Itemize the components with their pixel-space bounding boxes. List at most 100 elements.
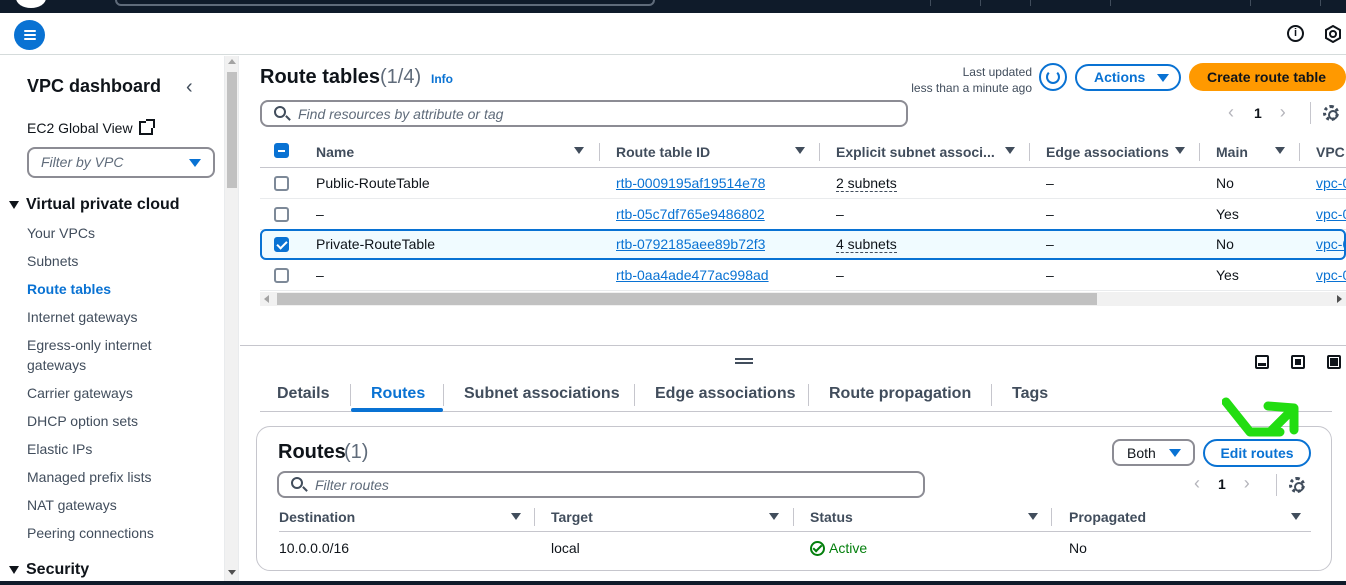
table-row[interactable]: – rtb-05c7df765e9486802 – – Yes vpc-0 [260, 199, 1346, 230]
column-header-explicit-subnet[interactable]: Explicit subnet associ... [836, 137, 996, 168]
row-checkbox[interactable] [274, 237, 289, 252]
column-header-target[interactable]: Target [551, 502, 593, 532]
route-table-id-link[interactable]: rtb-0aa4ade477ac998ad [616, 260, 769, 291]
sidebar-item-route-tables[interactable]: Route tables [27, 279, 197, 299]
sort-icon[interactable] [574, 147, 584, 154]
vpc-link[interactable]: vpc-0 [1316, 229, 1346, 260]
column-header-vpc[interactable]: VPC [1316, 137, 1345, 168]
info-icon[interactable]: i [1287, 25, 1304, 42]
chevron-left-icon[interactable]: ‹ [1228, 102, 1234, 123]
table-horizontal-scrollbar[interactable] [260, 292, 1346, 306]
table-row[interactable]: Public-RouteTable rtb-0009195af19514e78 … [260, 168, 1346, 199]
collapse-chevron-icon[interactable]: ‹ [186, 76, 193, 99]
sidebar-section-security[interactable]: Security [9, 561, 89, 579]
create-route-table-button[interactable]: Create route table [1189, 63, 1346, 91]
tab-subnet-associations[interactable]: Subnet associations [464, 378, 620, 411]
sidebar-item-peering-connections[interactable]: Peering connections [27, 523, 197, 543]
column-divider[interactable] [819, 143, 820, 161]
panel-side-view-icon[interactable] [1291, 355, 1305, 369]
chevron-right-icon[interactable]: › [1280, 102, 1286, 123]
row-checkbox[interactable] [274, 207, 289, 222]
panel-bottom-view-icon[interactable] [1255, 355, 1269, 369]
chevron-right-icon[interactable]: › [1244, 473, 1250, 494]
column-header-route-table-id[interactable]: Route table ID [616, 137, 710, 168]
sort-icon[interactable] [511, 513, 521, 520]
scrollbar-thumb[interactable] [227, 72, 237, 188]
sort-icon[interactable] [1175, 147, 1185, 154]
settings-icon[interactable] [1324, 25, 1342, 43]
column-divider[interactable] [1051, 508, 1052, 526]
vpc-filter-select[interactable]: Filter by VPC [27, 147, 215, 178]
scroll-left-icon[interactable] [264, 295, 269, 303]
route-table-search-input[interactable]: Find resources by attribute or tag [260, 100, 908, 127]
subnets-popover[interactable]: 2 subnets [836, 175, 897, 192]
column-divider[interactable] [534, 508, 535, 526]
refresh-button[interactable] [1039, 63, 1067, 91]
column-header-name[interactable]: Name [316, 137, 354, 168]
subnets-popover[interactable]: 4 subnets [836, 236, 897, 253]
column-divider[interactable] [1029, 143, 1030, 161]
sort-icon[interactable] [1275, 147, 1285, 154]
sidebar-item-your-vpcs[interactable]: Your VPCs [27, 223, 197, 243]
column-header-destination[interactable]: Destination [279, 502, 355, 532]
vpc-link[interactable]: vpc-0 [1316, 168, 1346, 199]
tab-details[interactable]: Details [277, 378, 329, 411]
table-row[interactable]: – rtb-0aa4ade477ac998ad – – Yes vpc-0 [260, 260, 1346, 291]
chevron-left-icon[interactable]: ‹ [1194, 473, 1200, 494]
column-divider[interactable] [1199, 143, 1200, 161]
sort-icon[interactable] [1291, 513, 1301, 520]
side-nav-toggle-button[interactable] [14, 20, 45, 50]
sort-icon[interactable] [1005, 147, 1015, 154]
vpc-link[interactable]: vpc-0 [1316, 260, 1346, 291]
column-header-edge-associations[interactable]: Edge associations [1046, 137, 1169, 168]
vpc-link[interactable]: vpc-0 [1316, 199, 1346, 230]
scroll-right-icon[interactable] [1337, 295, 1342, 303]
filter-routes-input[interactable]: Filter routes [277, 471, 925, 498]
tab-routes[interactable]: Routes [371, 378, 425, 411]
sidebar-section-virtual-private-cloud[interactable]: Virtual private cloud [9, 196, 180, 214]
tab-edge-associations[interactable]: Edge associations [655, 378, 796, 411]
scroll-down-icon[interactable] [228, 570, 236, 575]
sidebar-scrollbar[interactable] [224, 56, 239, 581]
page-number[interactable]: 1 [1218, 476, 1226, 492]
preferences-gear-icon[interactable] [1289, 477, 1305, 493]
sidebar-item-subnets[interactable]: Subnets [27, 251, 197, 271]
sort-icon[interactable] [795, 147, 805, 154]
column-header-propagated[interactable]: Propagated [1069, 502, 1146, 532]
sidebar-item-ec2-global-view[interactable]: EC2 Global View [27, 119, 155, 136]
column-divider[interactable] [793, 508, 794, 526]
row-checkbox[interactable] [274, 268, 289, 283]
sidebar-item-internet-gateways[interactable]: Internet gateways [27, 307, 197, 327]
sidebar-item-nat-gateways[interactable]: NAT gateways [27, 495, 197, 515]
preferences-gear-icon[interactable] [1323, 105, 1339, 121]
scroll-up-icon[interactable] [228, 59, 236, 64]
route-table-id-link[interactable]: rtb-0009195af19514e78 [616, 168, 765, 199]
column-header-main[interactable]: Main [1216, 137, 1248, 168]
drag-handle-icon[interactable] [735, 358, 753, 364]
column-divider[interactable] [599, 143, 600, 161]
route-filter-select[interactable]: Both [1112, 439, 1195, 466]
select-all-checkbox[interactable] [274, 143, 289, 158]
route-table-id-link[interactable]: rtb-05c7df765e9486802 [616, 199, 765, 230]
sidebar-item-elastic-ips[interactable]: Elastic IPs [27, 439, 197, 459]
tab-tags[interactable]: Tags [1012, 378, 1048, 411]
sidebar-item-dhcp-option-sets[interactable]: DHCP option sets [27, 411, 197, 431]
info-link[interactable]: Info [431, 72, 453, 86]
scrollbar-thumb[interactable] [277, 293, 1097, 305]
route-table-id-link[interactable]: rtb-0792185aee89b72f3 [616, 229, 765, 260]
panel-full-view-icon[interactable] [1327, 355, 1341, 369]
sort-icon[interactable] [1028, 513, 1038, 520]
actions-dropdown-button[interactable]: Actions [1075, 64, 1181, 91]
sidebar-item-egress-only-internet-gateways[interactable]: Egress-only internet gateways [27, 335, 167, 375]
column-header-status[interactable]: Status [810, 502, 853, 532]
tab-route-propagation[interactable]: Route propagation [829, 378, 971, 411]
sidebar-title[interactable]: VPC dashboard [27, 76, 161, 97]
row-checkbox[interactable] [274, 176, 289, 191]
sidebar-item-carrier-gateways[interactable]: Carrier gateways [27, 383, 197, 403]
table-row-selected[interactable]: Private-RouteTable rtb-0792185aee89b72f3… [260, 229, 1346, 260]
aws-logo[interactable] [16, 0, 46, 8]
column-divider[interactable] [1299, 143, 1300, 161]
sidebar-item-managed-prefix-lists[interactable]: Managed prefix lists [27, 467, 197, 487]
global-search-input[interactable] [115, 0, 655, 6]
page-number[interactable]: 1 [1254, 105, 1262, 121]
